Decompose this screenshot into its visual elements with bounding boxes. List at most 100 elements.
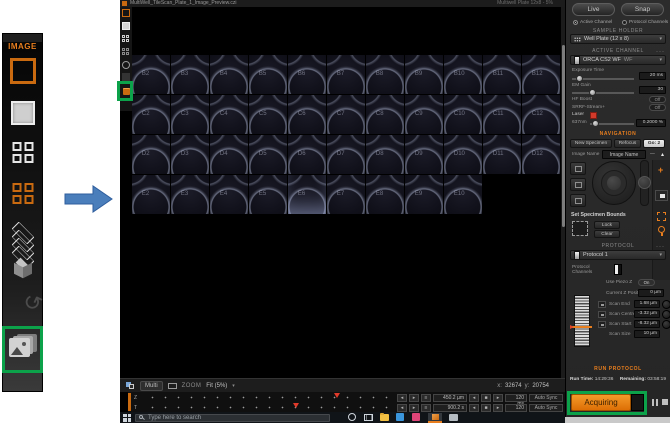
tile-D5[interactable]: D5	[249, 135, 288, 175]
rail-dark-icon[interactable]	[122, 73, 130, 81]
tile-D8[interactable]: D8	[366, 135, 405, 175]
specimen-bounds-button[interactable]	[572, 221, 588, 236]
viewer-titlebar[interactable]: MultiWell_TileScan_Plate_1_Image_Preview…	[120, 0, 565, 7]
tile-C12[interactable]: C12	[522, 95, 561, 135]
scan-start-set-button[interactable]	[598, 321, 606, 328]
exposure-slider[interactable]	[572, 78, 634, 80]
pause-icon[interactable]	[652, 399, 658, 406]
srrf-toggle[interactable]: Off	[649, 104, 666, 111]
roi-rectangle-tool[interactable]	[10, 58, 36, 84]
scan-centre-value[interactable]: -3.32 µm	[634, 310, 660, 318]
tile-D10[interactable]: D10	[444, 135, 483, 175]
z-fine-knob[interactable]	[638, 176, 651, 189]
file-explorer-icon[interactable]	[380, 413, 389, 422]
fit-frame-icon[interactable]	[168, 383, 177, 389]
scan-start-value[interactable]: -8.32 µm	[634, 320, 660, 328]
tile-D3[interactable]: D3	[171, 135, 210, 175]
tile-E5[interactable]: E5	[249, 175, 288, 215]
tile-C8[interactable]: C8	[366, 95, 405, 135]
tile-E2[interactable]: E2	[132, 175, 171, 215]
scan-size-value[interactable]: 10 µm	[634, 330, 660, 338]
split-view-tool[interactable]	[12, 142, 33, 163]
laser-power-value[interactable]: 0.2000 %	[636, 119, 666, 127]
z-play-back-button[interactable]: ◂	[469, 394, 479, 402]
image-name-combo[interactable]: Image Name	[602, 150, 646, 159]
nav-preset-button-3[interactable]	[570, 194, 586, 207]
tile-B11[interactable]: B11	[483, 55, 522, 95]
tile-E3[interactable]: E3	[171, 175, 210, 215]
tile-C9[interactable]: C9	[405, 95, 444, 135]
illumination-icon[interactable]	[658, 226, 665, 233]
tile-D11[interactable]: D11	[483, 135, 522, 175]
t-position-marker[interactable]	[293, 403, 299, 408]
snap-button[interactable]: Snap	[621, 3, 664, 16]
clear-bounds-button[interactable]: Clear	[594, 230, 620, 238]
tile-B10[interactable]: B10	[444, 55, 483, 95]
tile-C3[interactable]: C3	[171, 95, 210, 135]
tile-D7[interactable]: D7	[327, 135, 366, 175]
t-step-fwd-button[interactable]: ▸	[409, 404, 419, 412]
zoom-value[interactable]: Fit (5%)	[206, 383, 227, 389]
exposure-value[interactable]: 20 ms	[639, 72, 666, 80]
tile-B4[interactable]: B4	[210, 55, 249, 95]
tile-B8[interactable]: B8	[366, 55, 405, 95]
snap-area-tool[interactable]	[11, 101, 35, 125]
z-options-button[interactable]: ≡	[421, 394, 431, 402]
bounds-region-icon[interactable]	[657, 212, 666, 221]
t-play-fwd-button[interactable]: ▸	[493, 404, 503, 412]
scan-centre-knob[interactable]	[662, 310, 670, 319]
tile-E4[interactable]: E4	[210, 175, 249, 215]
t-sync-box[interactable]: Auto Sync	[529, 404, 563, 412]
tile-view-tool[interactable]	[12, 183, 33, 204]
lock-bounds-button[interactable]: Lock	[594, 221, 620, 229]
tile-E10[interactable]: E10	[444, 175, 483, 215]
rail-snap-icon[interactable]	[122, 22, 130, 30]
radio-active-channel[interactable]: Active Channel	[573, 20, 612, 25]
tile-B6[interactable]: B6	[288, 55, 327, 95]
radio-protocol-channels[interactable]: Protocol Channels	[622, 20, 668, 25]
scan-centre-set-button[interactable]	[598, 311, 606, 318]
tile-E8[interactable]: E8	[366, 175, 405, 215]
multi-button[interactable]: Multi	[140, 381, 163, 391]
nav-preset-button-1[interactable]	[570, 162, 586, 175]
stage-move-icon[interactable]: +	[658, 165, 663, 175]
app-icon-gray[interactable]	[449, 413, 458, 422]
app-icon-pink[interactable]	[412, 413, 421, 422]
z-slider-track[interactable]	[142, 393, 395, 402]
tile-B2[interactable]: B2	[132, 55, 171, 95]
task-view-icon[interactable]	[364, 413, 373, 422]
view-3d-tool[interactable]	[13, 258, 33, 278]
laser-power-slider[interactable]	[590, 123, 634, 125]
tile-C6[interactable]: C6	[288, 95, 327, 135]
app-icon-blue[interactable]	[396, 413, 405, 422]
scan-start-knob[interactable]	[662, 320, 670, 329]
tile-C7[interactable]: C7	[327, 95, 366, 135]
tile-B5[interactable]: B5	[249, 55, 288, 95]
tile-D12[interactable]: D12	[522, 135, 561, 175]
z-stop-button[interactable]: ■	[481, 394, 491, 402]
z-position-marker[interactable]	[334, 393, 340, 398]
tile-D4[interactable]: D4	[210, 135, 249, 175]
t-value-box[interactable]: 900.2 s	[433, 404, 467, 412]
rail-roi-icon[interactable]	[122, 9, 130, 17]
taskbar-search-input[interactable]: Type here to search	[135, 414, 330, 422]
scan-end-set-button[interactable]	[598, 301, 606, 308]
nav-preset-button-2[interactable]	[570, 178, 586, 191]
scan-end-knob[interactable]	[662, 300, 670, 309]
stop-icon[interactable]	[662, 399, 668, 405]
t-interval-box[interactable]: 120 ms	[505, 404, 527, 412]
rail-split-icon[interactable]	[122, 35, 130, 43]
channel-dropdown[interactable]: ORCA CS2 WF WF ▾	[570, 55, 666, 65]
image-canvas[interactable]: B2B3B4B5B6B7B8B9B10B11B12C2C3C4C5C6C7C8C…	[132, 7, 561, 378]
emgain-slider[interactable]	[572, 92, 634, 94]
more-options-icon[interactable]: ···	[656, 245, 665, 249]
protocol-dropdown[interactable]: Protocol 1 ▾	[570, 250, 666, 260]
tile-D9[interactable]: D9	[405, 135, 444, 175]
highlighted-toolbar-icon[interactable]	[123, 88, 130, 95]
t-stop-button[interactable]: ■	[481, 404, 491, 412]
t-play-back-button[interactable]: ◂	[469, 404, 479, 412]
tile-B7[interactable]: B7	[327, 55, 366, 95]
more-options-icon[interactable]: ···	[656, 50, 665, 54]
new-specimen-button[interactable]: New Specimen	[570, 139, 612, 148]
tile-E6[interactable]: E6	[288, 175, 327, 215]
